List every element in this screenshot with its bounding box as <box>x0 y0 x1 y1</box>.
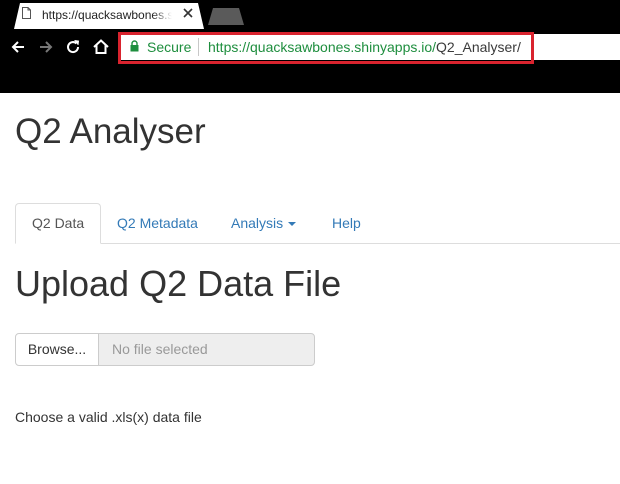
tab-label: Analysis <box>231 215 284 231</box>
new-tab-button[interactable] <box>208 8 244 25</box>
home-icon[interactable] <box>92 38 110 56</box>
url-text[interactable]: https://quacksawbones.shinyapps.io/Q2_An… <box>208 39 521 55</box>
reload-icon[interactable] <box>64 38 82 56</box>
lock-icon <box>130 40 139 52</box>
page-favicon-icon <box>22 7 31 19</box>
url-host: https://quacksawbones.shinyapps.io/ <box>208 39 437 55</box>
tab-close-icon[interactable] <box>182 7 194 19</box>
file-name-field[interactable]: No file selected <box>98 333 315 366</box>
browse-button[interactable]: Browse... <box>15 333 99 366</box>
secure-label: Secure <box>147 39 192 55</box>
tab-label: Q2 Data <box>32 215 85 231</box>
tab-label: Q2 Metadata <box>117 215 198 231</box>
tab-help[interactable]: Help <box>316 203 377 243</box>
url-path: Q2_Analyser/ <box>436 39 521 55</box>
back-arrow-icon[interactable] <box>9 38 27 56</box>
section-heading: Upload Q2 Data File <box>15 263 342 304</box>
help-text: Choose a valid .xls(x) data file <box>15 409 202 425</box>
tab-analysis[interactable]: Analysis <box>215 203 312 243</box>
tab-label: Help <box>332 215 361 231</box>
page-title: Q2 Analyser <box>15 112 206 151</box>
browser-tab-title: https://quacksawbones.shinyapps.io/Q2_An… <box>42 8 172 22</box>
address-separator <box>198 38 199 56</box>
tab-q2-metadata[interactable]: Q2 Metadata <box>101 203 214 243</box>
tab-q2-data[interactable]: Q2 Data <box>15 203 102 244</box>
caret-down-icon <box>288 222 297 227</box>
tab-bar: Q2 Data Q2 Metadata Analysis Help <box>15 203 620 244</box>
forward-arrow-icon[interactable] <box>37 38 55 56</box>
browser-chrome: https://quacksawbones.shinyapps.io/Q2_An… <box>0 0 620 93</box>
